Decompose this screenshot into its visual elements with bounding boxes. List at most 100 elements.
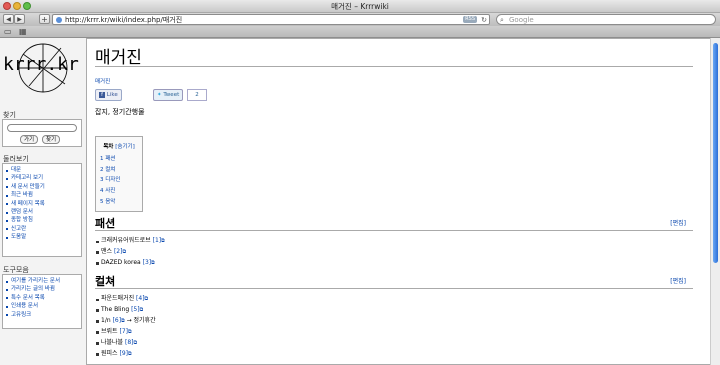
rss-button[interactable]: RSS xyxy=(463,16,477,23)
bird-icon: ✦ xyxy=(157,92,162,98)
nav-item[interactable]: 카테고리 보기 xyxy=(6,174,81,182)
vertical-scrollbar[interactable] xyxy=(710,38,720,365)
tweet-button[interactable]: ✦ Tweet xyxy=(153,89,184,101)
culture-list: 파운드매거진 [4]⧉ The Bling [5]⧉ 1/n [6]⧉ → 정기… xyxy=(96,294,156,359)
edit-link[interactable]: [편집] xyxy=(670,218,686,227)
nav-item[interactable]: 신고란 xyxy=(6,225,81,233)
back-button[interactable]: ◀ xyxy=(3,14,14,24)
tool-item[interactable]: 고유링크 xyxy=(6,311,81,319)
item-text: 브뤼트 xyxy=(101,327,118,335)
section-divider xyxy=(95,230,693,231)
search-portlet: 가기 찾기 xyxy=(2,119,82,147)
address-bar[interactable]: http://krrr.kr/wiki/index.php/매거진 RSS ↻ xyxy=(52,14,490,25)
open-book-icon[interactable]: ▭ xyxy=(4,27,12,36)
tool-item[interactable]: 인쇄용 문서 xyxy=(6,302,81,310)
ref-link[interactable]: [5] xyxy=(131,306,140,313)
title-divider xyxy=(95,66,693,67)
nav-item[interactable]: 종합 방침 xyxy=(6,216,81,224)
page-viewport: krrr.kr 찾기 가기 찾기 둘러보기 대문 카테고리 보기 새 문서 만들… xyxy=(0,38,720,365)
site-logo[interactable]: krrr.kr xyxy=(3,40,83,100)
ref-link[interactable]: [1] xyxy=(153,237,162,244)
item-text: 파운드매거진 xyxy=(101,295,135,302)
item-text: The Bling xyxy=(101,305,130,313)
grid-icon[interactable]: ▦ xyxy=(19,27,27,36)
toc-item[interactable]: 3 디자인 xyxy=(100,175,120,186)
list-item: The Bling [5]⧉ xyxy=(96,305,156,316)
nav-item[interactable]: 랜덤 문서 xyxy=(6,208,81,216)
forward-button[interactable]: ▶ xyxy=(14,14,25,24)
nav-item[interactable]: 최근 바뀜 xyxy=(6,191,81,199)
tweet-label: Tweet xyxy=(163,92,180,98)
facebook-like-button[interactable]: f Like xyxy=(95,89,122,101)
like-label: Like xyxy=(106,92,118,98)
ref-link[interactable]: [8] xyxy=(125,339,134,346)
external-link-icon: ⧉ xyxy=(127,350,132,357)
web-search-field[interactable]: ⌕ Google xyxy=(496,14,716,25)
globe-icon xyxy=(56,17,62,23)
section-heading-fashion: 패션 xyxy=(95,217,116,230)
item-text: 크래커유어워드로브 xyxy=(101,237,151,244)
tool-item[interactable]: 특수 문서 목록 xyxy=(6,294,81,302)
window-title: 매거진 – Krrrwiki xyxy=(331,2,389,11)
external-link-icon: ⧉ xyxy=(133,339,138,346)
table-of-contents: 목차 [숨기기] 1 패션 2 컬쳐 3 디자인 4 사진 5 음악 xyxy=(95,136,143,212)
toolbox-portlet: 여기를 가리키는 문서 가리키는 글의 바뀜 특수 문서 목록 인쇄용 문서 고… xyxy=(2,274,82,329)
external-link-icon: ⧉ xyxy=(144,296,149,302)
nav-item[interactable]: 새 문서 만들기 xyxy=(6,183,81,191)
logo-text: krrr.kr xyxy=(3,54,79,75)
list-item: 크래커유어워드로브 [1]⧉ xyxy=(96,236,165,247)
ref-link[interactable]: [9] xyxy=(119,350,128,357)
item-text: 나블나블 xyxy=(101,338,124,346)
sidebar-search-input[interactable] xyxy=(7,124,77,132)
add-bookmark-button[interactable]: + xyxy=(39,14,50,24)
ref-link[interactable]: [6] xyxy=(113,317,122,324)
category-link[interactable]: 매거진 xyxy=(95,77,110,85)
tool-item[interactable]: 여기를 가리키는 문서 xyxy=(6,277,81,285)
list-item: 나블나블 [8]⧉ xyxy=(96,338,156,349)
search-button[interactable]: 찾기 xyxy=(42,135,60,144)
nav-item[interactable]: 도움말 xyxy=(6,233,81,241)
page-description: 잡지, 정기간행물 xyxy=(95,108,145,116)
section-divider xyxy=(95,288,693,289)
toc-item[interactable]: 2 컬쳐 xyxy=(100,165,120,176)
external-link-icon: ⧉ xyxy=(161,238,165,244)
ref-link[interactable]: [3] xyxy=(143,259,152,266)
toc-item[interactable]: 5 음악 xyxy=(100,197,120,208)
tweet-count: 2 xyxy=(187,89,207,101)
toc-item[interactable]: 4 사진 xyxy=(100,186,120,197)
toc-title-row: 목차 [숨기기] xyxy=(96,142,142,150)
item-text: DAZED korea xyxy=(101,258,141,266)
list-item: 1/n [6]⧉ → 정기휴간 xyxy=(96,316,156,327)
nav-item[interactable]: 새 페이지 목록 xyxy=(6,200,81,208)
main-content: 매거진 매거진 f Like ✦ Tweet 2 잡지, 정기간행물 목차 [숨… xyxy=(86,38,710,365)
browser-toolbar: ◀ ▶ + http://krrr.kr/wiki/index.php/매거진 … xyxy=(0,13,720,26)
window-titlebar: 매거진 – Krrrwiki xyxy=(0,0,720,13)
address-text[interactable]: http://krrr.kr/wiki/index.php/매거진 xyxy=(65,15,182,25)
external-link-icon: ⧉ xyxy=(151,259,155,266)
toc-toggle[interactable]: [숨기기] xyxy=(115,144,134,150)
magnifier-icon: ⌕ xyxy=(500,16,504,24)
page-title: 매거진 xyxy=(95,48,142,68)
external-link-icon: ⧉ xyxy=(127,328,132,335)
ref-link[interactable]: [4] xyxy=(136,295,145,302)
toc-item[interactable]: 1 패션 xyxy=(100,154,120,165)
scroll-thumb[interactable] xyxy=(713,43,718,263)
section-heading-culture: 컬쳐 xyxy=(95,275,116,288)
item-note: → 정기휴간 xyxy=(126,316,156,324)
item-text: 맨스 xyxy=(101,247,113,255)
go-button[interactable]: 가기 xyxy=(20,135,38,144)
edit-link[interactable]: [편집] xyxy=(670,276,686,285)
ref-link[interactable]: [7] xyxy=(119,328,128,335)
list-item: DAZED korea [3]⧉ xyxy=(96,258,165,269)
web-search-placeholder[interactable]: Google xyxy=(509,15,534,25)
external-link-icon: ⧉ xyxy=(122,248,127,255)
reload-icon[interactable]: ↻ xyxy=(481,15,487,25)
fashion-list: 크래커유어워드로브 [1]⧉ 맨스 [2]⧉ DAZED korea [3]⧉ xyxy=(96,236,165,269)
sidebar: krrr.kr 찾기 가기 찾기 둘러보기 대문 카테고리 보기 새 문서 만들… xyxy=(0,38,86,365)
bookmarks-bar: ▭ ▦ xyxy=(0,26,720,38)
item-text: 원피스 xyxy=(101,349,118,357)
nav-item[interactable]: 대문 xyxy=(6,166,81,174)
tool-item[interactable]: 가리키는 글의 바뀜 xyxy=(6,285,81,293)
external-link-icon: ⧉ xyxy=(139,306,144,313)
list-item: 파운드매거진 [4]⧉ xyxy=(96,294,156,305)
